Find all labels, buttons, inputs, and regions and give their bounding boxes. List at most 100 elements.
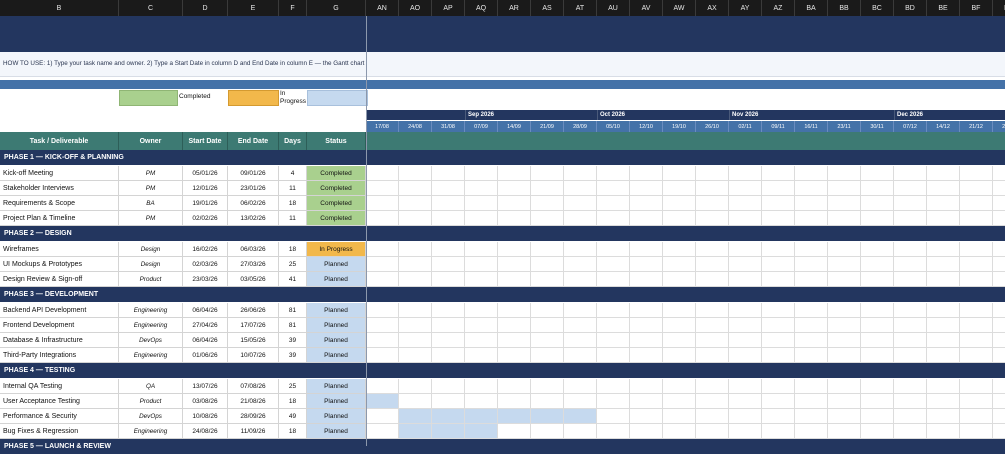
gantt-cell[interactable] [696, 257, 729, 272]
gantt-cell[interactable] [960, 303, 993, 318]
gantt-cell[interactable] [795, 409, 828, 424]
gantt-cell[interactable] [498, 242, 531, 257]
gantt-cell[interactable] [993, 211, 1005, 226]
gantt-cell[interactable] [696, 196, 729, 211]
gantt-cell[interactable] [597, 272, 630, 287]
gantt-cell[interactable] [960, 318, 993, 333]
start-date-cell[interactable]: 03/08/26 [183, 394, 228, 409]
gantt-cell[interactable] [630, 379, 663, 394]
status-cell[interactable]: Planned [307, 394, 366, 409]
column-header-b[interactable]: B [0, 0, 119, 16]
gantt-cell[interactable] [894, 303, 927, 318]
start-date-cell[interactable]: 12/01/26 [183, 181, 228, 196]
start-date-cell[interactable]: 19/01/26 [183, 196, 228, 211]
task-name-cell[interactable]: Bug Fixes & Regression [0, 424, 119, 439]
gantt-cell[interactable] [564, 348, 597, 363]
gantt-cell[interactable] [399, 394, 432, 409]
gantt-cell[interactable] [465, 303, 498, 318]
gantt-cell[interactable] [366, 348, 399, 363]
status-cell[interactable]: Planned [307, 409, 366, 424]
gantt-cell[interactable] [828, 394, 861, 409]
gantt-cell[interactable] [729, 272, 762, 287]
gantt-cell[interactable] [531, 181, 564, 196]
gantt-cell[interactable] [663, 333, 696, 348]
gantt-cell[interactable] [894, 181, 927, 196]
gantt-cell[interactable] [531, 379, 564, 394]
gantt-cell[interactable] [531, 242, 564, 257]
gantt-cell[interactable] [894, 348, 927, 363]
gantt-cell[interactable] [861, 196, 894, 211]
gantt-cell[interactable] [993, 257, 1005, 272]
column-header-ao[interactable]: AO [399, 0, 432, 16]
gantt-cell[interactable] [729, 348, 762, 363]
owner-cell[interactable]: Engineering [119, 303, 183, 318]
owner-cell[interactable]: Design [119, 242, 183, 257]
gantt-cell[interactable] [696, 333, 729, 348]
status-cell[interactable]: Planned [307, 303, 366, 318]
gantt-cell[interactable] [564, 272, 597, 287]
gantt-cell[interactable] [663, 348, 696, 363]
gantt-cell[interactable] [597, 379, 630, 394]
gantt-cell[interactable] [927, 211, 960, 226]
gantt-cell[interactable] [960, 333, 993, 348]
days-cell[interactable]: 18 [279, 242, 307, 257]
gantt-cell[interactable] [795, 318, 828, 333]
task-name-cell[interactable]: Wireframes [0, 242, 119, 257]
gantt-cell[interactable] [960, 211, 993, 226]
start-date-cell[interactable]: 06/04/26 [183, 333, 228, 348]
days-cell[interactable]: 18 [279, 196, 307, 211]
gantt-cell[interactable] [894, 333, 927, 348]
gantt-cell[interactable] [597, 257, 630, 272]
gantt-cell[interactable] [366, 181, 399, 196]
gantt-cell[interactable] [663, 303, 696, 318]
gantt-cell[interactable] [729, 303, 762, 318]
gantt-cell[interactable] [432, 394, 465, 409]
gantt-cell[interactable] [366, 318, 399, 333]
gantt-cell[interactable] [927, 257, 960, 272]
gantt-cell[interactable] [564, 166, 597, 181]
gantt-cell[interactable] [366, 196, 399, 211]
end-date-cell[interactable]: 10/07/26 [228, 348, 279, 363]
gantt-cell[interactable] [597, 318, 630, 333]
gantt-cell[interactable] [993, 196, 1005, 211]
gantt-cell[interactable] [762, 409, 795, 424]
gantt-cell[interactable] [465, 394, 498, 409]
gantt-cell[interactable] [828, 181, 861, 196]
gantt-cell[interactable] [564, 211, 597, 226]
gantt-cell[interactable] [927, 242, 960, 257]
gantt-cell[interactable] [894, 424, 927, 439]
start-date-cell[interactable]: 06/04/26 [183, 303, 228, 318]
gantt-cell[interactable] [564, 424, 597, 439]
status-cell[interactable]: Completed [307, 211, 366, 226]
gantt-cell[interactable] [960, 348, 993, 363]
gantt-cell[interactable] [729, 166, 762, 181]
gantt-cell[interactable] [465, 181, 498, 196]
gantt-cell[interactable] [696, 211, 729, 226]
gantt-cell[interactable] [465, 166, 498, 181]
gantt-cell[interactable] [432, 211, 465, 226]
days-cell[interactable]: 25 [279, 257, 307, 272]
gantt-cell[interactable] [828, 272, 861, 287]
end-date-cell[interactable]: 23/01/26 [228, 181, 279, 196]
start-date-cell[interactable]: 02/03/26 [183, 257, 228, 272]
gantt-cell[interactable] [927, 424, 960, 439]
owner-cell[interactable]: DevOps [119, 333, 183, 348]
gantt-cell[interactable] [828, 379, 861, 394]
gantt-cell[interactable] [960, 409, 993, 424]
owner-cell[interactable]: Engineering [119, 348, 183, 363]
gantt-cell[interactable] [663, 181, 696, 196]
gantt-cell[interactable] [960, 181, 993, 196]
gantt-cell[interactable] [531, 196, 564, 211]
gantt-cell[interactable] [729, 318, 762, 333]
gantt-cell[interactable] [795, 394, 828, 409]
phase-header[interactable]: PHASE 5 — LAUNCH & REVIEW [0, 439, 1005, 454]
gantt-cell[interactable] [729, 181, 762, 196]
gantt-cell[interactable] [960, 257, 993, 272]
gantt-cell[interactable] [729, 379, 762, 394]
gantt-cell[interactable] [696, 166, 729, 181]
gantt-cell[interactable] [597, 348, 630, 363]
gantt-cell[interactable] [498, 394, 531, 409]
gantt-cell[interactable] [432, 272, 465, 287]
column-header-g[interactable]: G [307, 0, 366, 16]
gantt-cell[interactable] [399, 348, 432, 363]
